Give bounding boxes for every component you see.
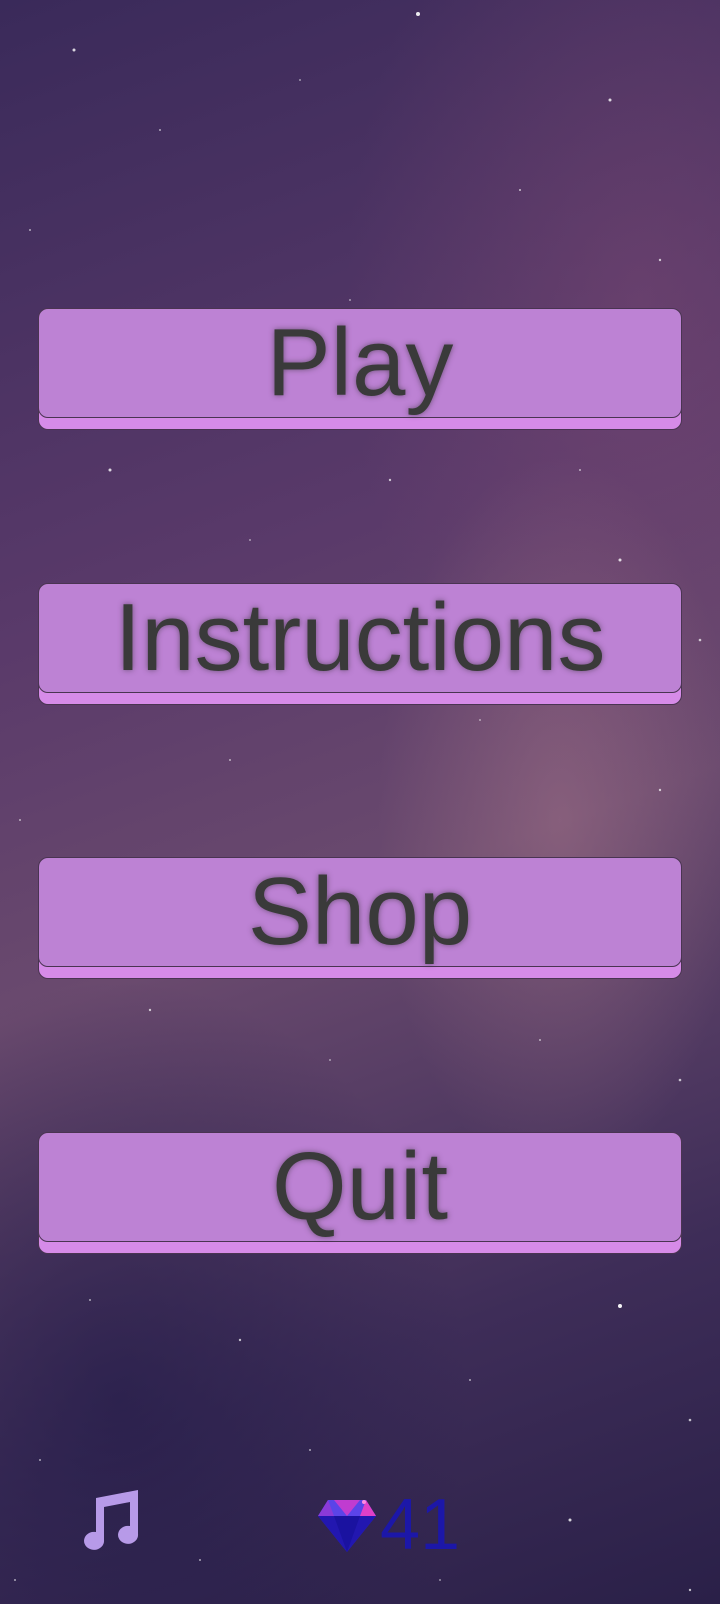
instructions-button-label: Instructions	[114, 584, 606, 691]
instructions-button[interactable]: Instructions	[38, 583, 682, 705]
music-toggle-button[interactable]	[76, 1486, 142, 1552]
play-button-label: Play	[266, 309, 454, 416]
play-button[interactable]: Play	[38, 308, 682, 430]
quit-button-face[interactable]: Quit	[38, 1132, 682, 1242]
gem-counter: 41	[316, 1485, 461, 1565]
gem-icon	[318, 1500, 376, 1552]
shop-button-face[interactable]: Shop	[38, 857, 682, 967]
play-button-face[interactable]: Play	[38, 308, 682, 418]
shop-button[interactable]: Shop	[38, 857, 682, 979]
quit-button[interactable]: Quit	[38, 1132, 682, 1254]
gem-count: 41	[380, 1485, 461, 1565]
instructions-button-face[interactable]: Instructions	[38, 583, 682, 693]
music-note-icon	[84, 1490, 139, 1550]
quit-button-label: Quit	[271, 1133, 449, 1240]
shop-button-label: Shop	[247, 858, 473, 965]
starfield-background	[14, 12, 702, 1592]
